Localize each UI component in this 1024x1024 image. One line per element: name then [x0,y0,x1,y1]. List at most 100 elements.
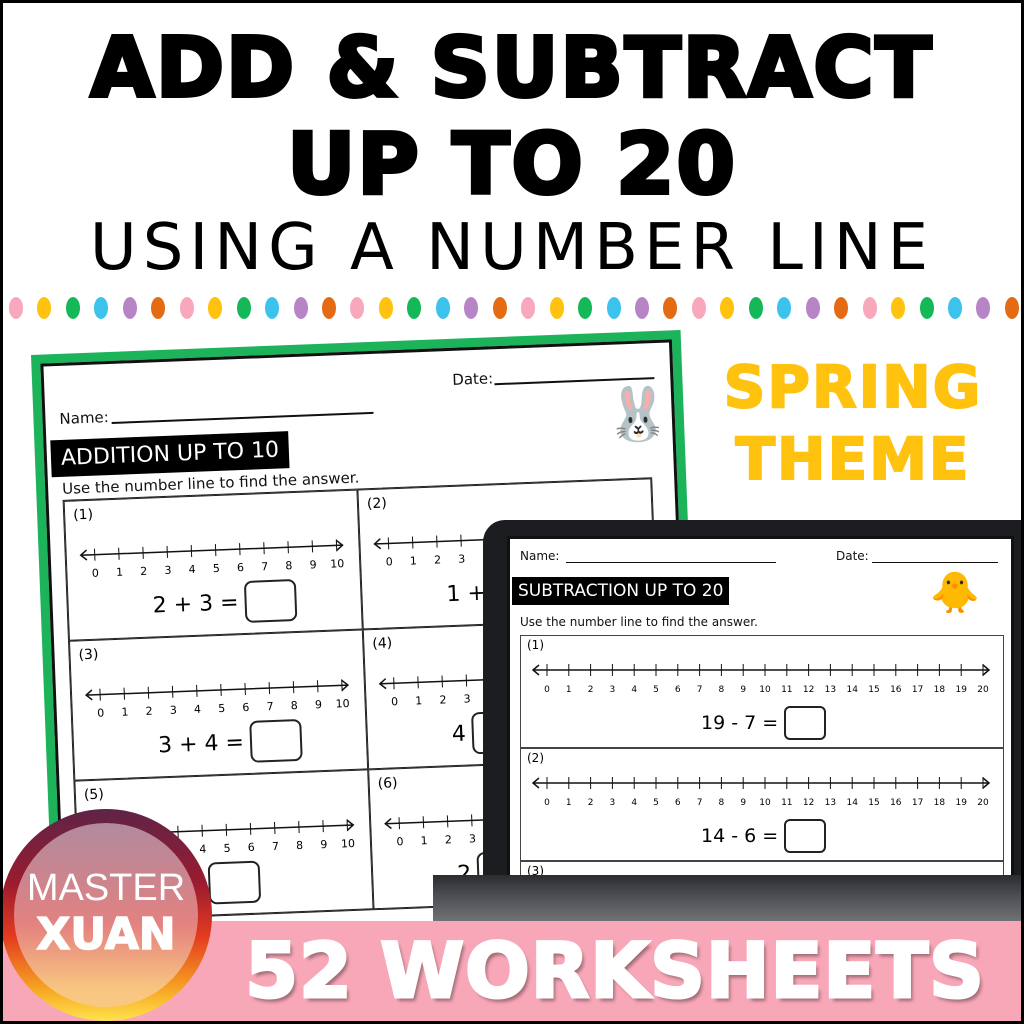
dot [208,297,223,319]
tick-label: 13 [825,685,836,695]
tick-label: 0 [97,706,104,719]
tick-label: 16 [890,685,902,695]
dot [805,297,820,319]
tick-label: 1 [116,566,123,579]
dot [407,297,422,319]
problem-number: (1) [527,638,544,652]
tick-label: 7 [261,560,268,573]
dot [265,297,280,319]
dot [919,297,934,319]
laptop: Name: Date: SUBTRACTION UP TO 20 🐥 Use t… [483,520,1021,900]
problem-number: (4) [372,635,393,653]
tick-label: 17 [912,685,923,695]
worksheet-title: SUBTRACTION UP TO 20 [512,577,730,605]
tick-label: 4 [631,798,637,808]
dot [464,297,479,319]
tick-label: 8 [719,798,725,808]
dot [834,297,849,319]
equation: 2 + 3 = [152,589,239,619]
dot-divider [9,297,1019,319]
tick-label: 6 [237,561,244,574]
dot [947,297,962,319]
tick-label: 3 [170,704,177,717]
tick-label: 10 [330,557,344,571]
dot [578,297,593,319]
equation: 3 + 4 = [157,729,245,758]
tick-label: 2 [588,798,594,808]
name-label: Name: [59,408,110,428]
tick-label: 9 [740,798,746,808]
tick-label: 18 [934,685,946,695]
problem: 14 - 6 = [701,819,827,853]
tick-label: 5 [223,842,230,855]
dot [691,297,706,319]
tick-label: 5 [653,685,659,695]
answer-box[interactable] [208,860,262,905]
problem-row: (1) 19 - 7 = 0 1 2 3 4 5 6 7 8 9 10 11 12 13 14 15 16 17 18 1… [520,635,1004,748]
date-label: Date: [451,369,494,389]
tick-label: 7 [272,840,279,853]
logo-line-2: XUAN [36,908,177,961]
tick-label: 2 [588,685,594,695]
tick-label: 10 [759,798,771,808]
theme-line-2: THEME [734,424,971,494]
tick-label: 4 [199,843,206,856]
dot [492,297,507,319]
dot [65,297,80,319]
problem-number: (2) [366,495,388,513]
tick-label: 19 [955,685,967,695]
tick-label: 5 [218,702,225,715]
problem: 2 + 3 = [152,579,298,626]
laptop-base [433,875,1021,925]
number-line: 0 1 2 3 4 5 6 7 8 9 10 [84,679,350,720]
answer-box[interactable] [784,819,827,853]
dot [634,297,649,319]
problem-cell: (1) 0 1 2 3 4 5 6 7 8 9 10 2 + 3 = [63,489,363,641]
tick-label: 16 [890,798,902,808]
dot [94,297,109,319]
tick-label: 0 [391,695,398,708]
number-line-axis [84,679,350,701]
tick-label: 20 [977,798,989,808]
tick-label: 10 [759,685,771,695]
tick-label: 3 [458,552,465,565]
tick-label: 7 [266,700,273,713]
tick-label: 2 [145,705,152,718]
tick-label: 3 [463,692,470,705]
worksheet-count: 52 WORKSHEETS [244,925,986,1017]
number-line: 0 1 2 3 4 5 6 7 8 9 10 11 12 13 14 15 16 17 18 19 20 [531,664,991,695]
dot [720,297,735,319]
tick-label: 19 [955,798,967,808]
answer-box[interactable] [249,718,303,763]
title-line-1: ADD & SUBTRACT [89,19,934,118]
tick-label: 15 [868,798,879,808]
tick-label: 2 [439,693,446,706]
tick-label: 13 [825,798,836,808]
tick-label: 0 [385,555,392,568]
tick-label: 11 [781,685,792,695]
tick-label: 8 [291,699,298,712]
problem-cell: (3) 0 1 2 3 4 5 6 7 8 9 10 3 + 4 = [68,629,369,781]
answer-box[interactable] [243,579,298,623]
problem: 19 - 7 = [701,706,827,740]
answer-box[interactable] [784,706,827,740]
name-line [111,397,374,424]
dot [293,297,308,319]
dot [151,297,166,319]
tick-label: 12 [803,798,814,808]
tick-label: 17 [912,798,923,808]
dot [236,297,251,319]
brand-logo: MASTER XUAN [3,809,212,1021]
problem-number: (5) [83,786,105,804]
problem-number: (2) [527,751,544,765]
tick-label: 5 [213,562,220,575]
tick-label: 3 [610,798,616,808]
number-line-axis [79,539,344,561]
subtitle: USING A NUMBER LINE [89,211,935,285]
date-line [872,549,998,563]
tick-label: 6 [675,798,681,808]
number-line: 0 1 2 3 4 5 6 7 8 9 10 11 12 13 14 15 16 17 18 19 20 [531,777,991,808]
tick-label: 7 [697,685,703,695]
tick-label: 4 [194,703,201,716]
title-line-2: UP TO 20 [285,113,737,215]
